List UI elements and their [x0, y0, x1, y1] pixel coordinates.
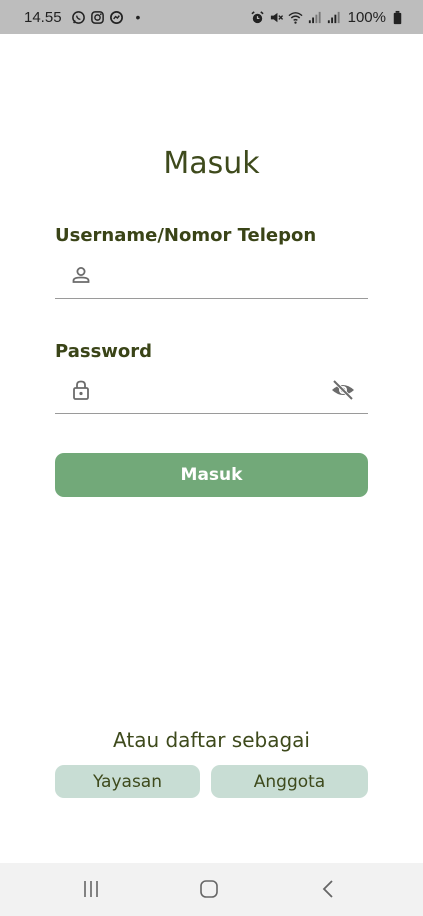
lock-icon	[69, 378, 93, 402]
whatsapp-icon	[71, 10, 86, 25]
wifi-icon	[288, 10, 303, 25]
register-prompt: Atau daftar sebagai	[113, 728, 310, 752]
username-input[interactable]	[105, 259, 325, 293]
password-field[interactable]	[55, 370, 368, 414]
instagram-icon	[90, 10, 105, 25]
password-label: Password	[55, 341, 153, 362]
notification-dot: •	[135, 9, 141, 25]
visibility-off-icon[interactable]	[330, 378, 356, 402]
signal-icon	[307, 10, 322, 25]
recent-apps-icon[interactable]	[78, 877, 104, 901]
password-input[interactable]	[105, 374, 325, 408]
signal-icon	[326, 10, 341, 25]
battery-icon	[390, 10, 405, 25]
battery-percent: 100%	[347, 8, 386, 26]
page-title: Masuk	[163, 146, 260, 181]
home-icon[interactable]	[196, 877, 222, 901]
system-nav-bar	[0, 863, 423, 916]
register-yayasan-button[interactable]: Yayasan	[55, 765, 200, 798]
username-label: Username/Nomor Telepon	[55, 225, 317, 246]
login-button[interactable]: Masuk	[55, 453, 368, 497]
back-icon[interactable]	[315, 877, 341, 901]
status-bar: 14.55 • 100%	[0, 0, 423, 34]
person-icon	[69, 263, 93, 287]
register-anggota-button[interactable]: Anggota	[211, 765, 368, 798]
status-time: 14.55	[24, 8, 62, 26]
username-field[interactable]	[55, 255, 368, 299]
status-left: 14.55 •	[24, 9, 140, 26]
status-right: 100%	[250, 9, 405, 26]
mute-icon	[269, 10, 284, 25]
alarm-icon	[250, 10, 265, 25]
messenger-icon	[109, 10, 124, 25]
